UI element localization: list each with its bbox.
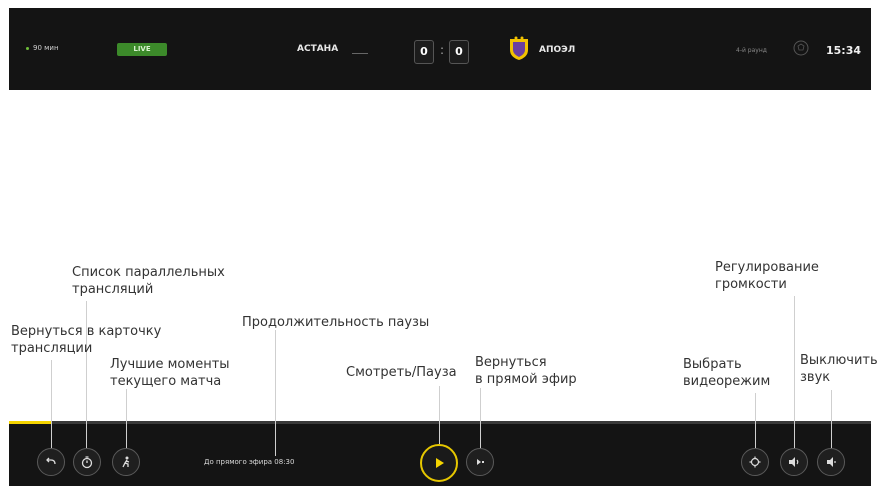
annotation-highlights-line1: Лучшие моменты	[110, 357, 230, 372]
team-a-logo-icon	[352, 47, 368, 54]
leader-volume	[794, 296, 795, 448]
leader-video-mode	[755, 393, 756, 448]
back-button[interactable]	[37, 448, 65, 476]
annotation-parallel-line2: трансляций	[72, 282, 154, 297]
annotation-volume: Регулирование громкости	[715, 259, 819, 293]
timer-icon	[81, 456, 93, 469]
team-b-logo-icon	[508, 36, 530, 61]
play-icon	[436, 458, 444, 468]
round-label: 4-й раунд	[736, 47, 767, 54]
team-a-name: АСТАНА	[297, 44, 339, 54]
mute-icon	[827, 457, 836, 467]
annotation-mute: Выключить звук	[800, 352, 878, 386]
leader-pause-duration	[275, 330, 276, 456]
annotation-live-line1: Вернуться	[475, 355, 547, 370]
live-badge: LIVE	[117, 43, 167, 56]
channel-dot-icon	[26, 46, 29, 50]
annotation-video-line1: Выбрать	[683, 357, 742, 372]
leader-play-pause	[439, 386, 440, 444]
channel-label: 90 мин	[26, 44, 59, 52]
score-team-a: 0	[414, 40, 434, 64]
volume-button[interactable]	[780, 448, 808, 476]
annotation-mute-line1: Выключить	[800, 353, 878, 368]
annotation-back-to-live: Вернуться в прямой эфир	[475, 354, 577, 388]
video-mode-icon	[749, 456, 761, 468]
ball-icon	[792, 39, 810, 57]
annotation-play-pause: Смотреть/Пауза	[346, 365, 457, 380]
annotation-back-line2: трансляции	[11, 341, 93, 356]
leader-back	[51, 360, 52, 448]
parallel-streams-button[interactable]	[73, 448, 101, 476]
highlights-icon	[122, 456, 130, 468]
annotation-pause-duration: Продолжительность паузы	[242, 315, 430, 330]
volume-icon	[789, 457, 799, 467]
score-separator: :	[440, 43, 445, 57]
leader-mute	[831, 390, 832, 448]
live-forward-icon	[477, 459, 484, 465]
annotation-video-line2: видеорежим	[683, 374, 771, 389]
pause-duration-text: До прямого эфира 08:30	[204, 458, 295, 466]
annotation-volume-line2: громкости	[715, 277, 787, 292]
leader-highlights	[126, 389, 127, 448]
play-pause-button[interactable]	[420, 444, 458, 482]
annotation-parallel-line1: Список параллельных	[72, 265, 225, 280]
annotation-highlights-line2: текущего матча	[110, 374, 222, 389]
back-icon	[46, 457, 56, 465]
back-to-live-button[interactable]	[466, 448, 494, 476]
channel-name: 90 мин	[33, 44, 59, 52]
annotation-mute-line2: звук	[800, 370, 831, 385]
highlights-button[interactable]	[112, 448, 140, 476]
mute-button[interactable]	[817, 448, 845, 476]
match-header: 90 мин LIVE АСТАНА 0 : 0 АПОЭЛ 4-й раунд…	[9, 8, 871, 90]
team-b-name: АПОЭЛ	[539, 45, 576, 55]
annotation-back: Вернуться в карточку трансляции	[11, 323, 161, 357]
video-mode-button[interactable]	[741, 448, 769, 476]
annotation-highlights: Лучшие моменты текущего матча	[110, 356, 230, 390]
annotation-video-mode: Выбрать видеорежим	[683, 356, 770, 390]
annotation-live-line2: в прямой эфир	[475, 372, 577, 387]
score-team-b: 0	[449, 40, 469, 64]
leader-back-to-live	[480, 388, 481, 448]
annotation-volume-line1: Регулирование	[715, 260, 819, 275]
annotation-parallel-streams: Список параллельных трансляций	[72, 264, 225, 298]
annotation-back-line1: Вернуться в карточку	[11, 324, 162, 339]
clock: 15:34	[826, 44, 862, 57]
